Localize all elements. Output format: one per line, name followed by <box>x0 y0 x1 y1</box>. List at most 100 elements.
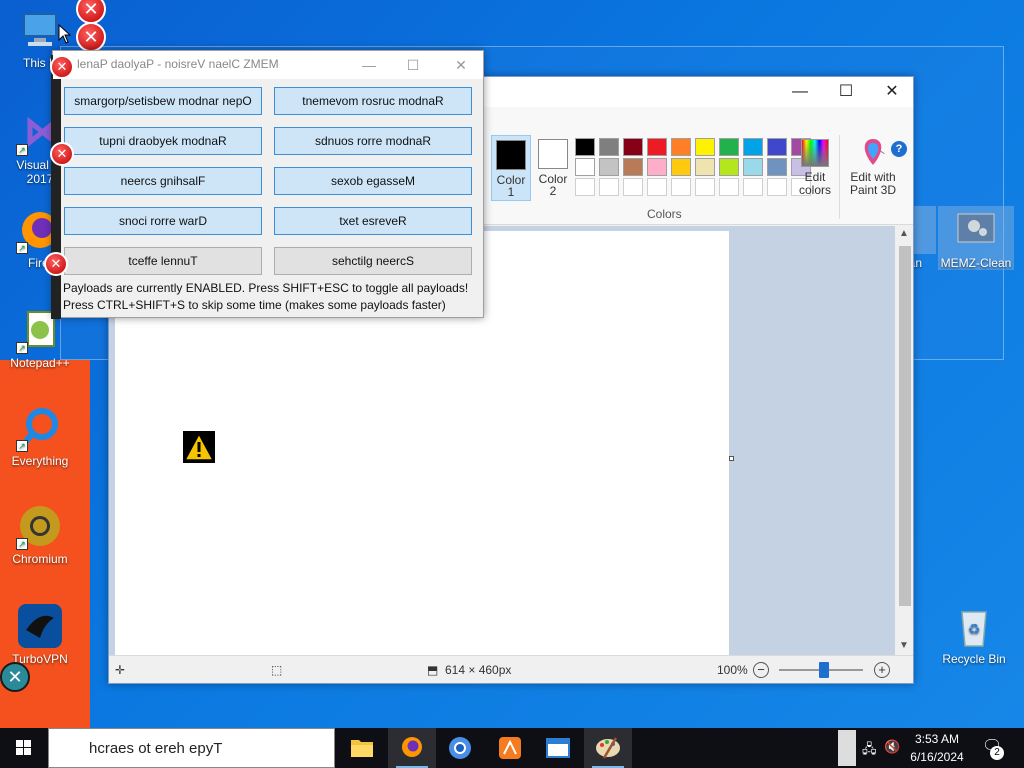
taskbar-app-chromium[interactable] <box>436 728 484 768</box>
minimize-button[interactable]: — <box>349 51 389 79</box>
taskbar-app-window[interactable] <box>534 728 582 768</box>
color2-swatch <box>538 139 568 169</box>
color1-label: Color 1 <box>496 173 526 199</box>
memz-payload-button[interactable]: snoci rorre warD <box>64 207 262 235</box>
taskbar-search-box[interactable]: hcraes ot ereh epyT <box>48 728 335 768</box>
color2-label: Color 2 <box>538 172 568 198</box>
recycle-bin-icon: ♻ <box>950 602 998 650</box>
paint3d-label: Edit with Paint 3D <box>849 170 897 197</box>
palette-swatch[interactable] <box>767 158 787 176</box>
palette-swatch[interactable] <box>647 178 667 196</box>
cursor-position-icon: ✛ <box>115 663 126 677</box>
taskbar: hcraes ot ereh epyT 🖧 🔇 3:53 AM 6/16/202… <box>0 728 1024 768</box>
shortcut-arrow-icon: ↗ <box>16 242 28 254</box>
memz-payload-button[interactable]: tupni draobyek modnaR <box>64 127 262 155</box>
desktop-icon-label: Recycle Bin <box>942 652 1006 666</box>
memz-payload-button[interactable]: sdnuos rorre modnaR <box>274 127 472 155</box>
error-x-icon: ✕ <box>50 142 74 166</box>
taskbar-app-orange[interactable] <box>486 728 534 768</box>
memz-payload-button[interactable]: tnemevom rosruc modnaR <box>274 87 472 115</box>
desktop-icon-turbovpn[interactable]: TurboVPN <box>2 602 78 666</box>
memz-titlebar: lenaP daolyaP - noisreV naelC ZMEM — ☐ ✕ <box>53 51 483 79</box>
desktop-icon-memz-clean[interactable]: MEMZ-Clean <box>938 206 1014 270</box>
clock-time[interactable]: 3:53 AM <box>906 732 968 746</box>
error-x-icon: ✕ <box>0 662 30 692</box>
palette-swatch[interactable] <box>671 138 691 156</box>
maximize-button[interactable]: ☐ <box>823 77 869 107</box>
palette-swatch[interactable] <box>671 158 691 176</box>
chromium-icon <box>449 737 471 759</box>
palette-swatch[interactable] <box>743 138 763 156</box>
taskbar-app-file-explorer[interactable] <box>338 728 386 768</box>
scroll-up-icon[interactable]: ▲ <box>897 228 911 242</box>
palette-swatch[interactable] <box>719 158 739 176</box>
palette-swatch[interactable] <box>743 158 763 176</box>
memz-payload-button[interactable]: smargorp/setisbew modnar nepO <box>64 87 262 115</box>
palette-swatch[interactable] <box>743 178 763 196</box>
show-hidden-icons[interactable] <box>838 730 856 766</box>
palette-swatch[interactable] <box>623 178 643 196</box>
desktop-icon-chromium[interactable]: ↗ Chromium <box>2 502 78 566</box>
paint-statusbar: ✛ ⬚ ⬒ 614 × 460px 100% − + <box>109 655 913 683</box>
color1-selector[interactable]: Color 1 <box>491 135 531 201</box>
scroll-thumb[interactable] <box>899 246 911 606</box>
palette-swatch[interactable] <box>719 178 739 196</box>
palette-swatch[interactable] <box>575 178 595 196</box>
desktop-icon-label: MEMZ-Clean <box>940 256 1012 270</box>
memz-payload-button[interactable]: sexob egasseM <box>274 167 472 195</box>
palette-swatch[interactable] <box>695 138 715 156</box>
desktop-icon-everything[interactable]: ↗ Everything <box>2 404 78 468</box>
close-button[interactable]: ✕ <box>869 77 915 107</box>
image-size-text: 614 × 460px <box>445 663 512 677</box>
edit-with-paint3d-button[interactable]: Edit with Paint 3D <box>845 135 901 197</box>
magnifier-icon: ↗ <box>16 404 64 452</box>
memz-payload-button[interactable]: tceffe lennuT <box>64 247 262 275</box>
palette-swatch[interactable] <box>623 158 643 176</box>
taskbar-app-firefox[interactable] <box>388 728 436 768</box>
memz-payload-button[interactable]: neercs gnihsalF <box>64 167 262 195</box>
palette-swatch[interactable] <box>695 158 715 176</box>
palette-swatch[interactable] <box>647 158 667 176</box>
minimize-button[interactable]: — <box>777 77 823 107</box>
color1-swatch <box>496 140 526 170</box>
palette-swatch[interactable] <box>671 178 691 196</box>
color-spectrum-icon <box>801 139 829 167</box>
palette-swatch[interactable] <box>647 138 667 156</box>
start-button[interactable] <box>0 728 48 768</box>
color-palette <box>575 138 813 196</box>
memz-payload-button[interactable]: txet esreveR <box>274 207 472 235</box>
palette-swatch[interactable] <box>695 178 715 196</box>
zoom-slider-thumb[interactable] <box>819 662 829 678</box>
zoom-in-button[interactable]: + <box>874 662 890 678</box>
close-button[interactable]: ✕ <box>441 51 481 79</box>
palette-swatch[interactable] <box>719 138 739 156</box>
color2-selector[interactable]: Color 2 <box>533 135 573 201</box>
canvas-resize-handle[interactable] <box>729 456 734 461</box>
desktop-icon-label: Notepad++ <box>10 356 70 370</box>
error-x-icon: ✕ <box>76 22 106 52</box>
app-window-icon <box>546 738 570 758</box>
network-icon[interactable]: 🖧 <box>862 740 877 762</box>
palette-swatch[interactable] <box>767 138 787 156</box>
memz-left-edge <box>51 55 61 319</box>
memz-info-line1: Payloads are currently ENABLED. Press SH… <box>63 281 469 295</box>
palette-swatch[interactable] <box>599 138 619 156</box>
zoom-out-button[interactable]: − <box>753 662 769 678</box>
paint-palette-icon <box>596 737 620 759</box>
palette-swatch[interactable] <box>599 178 619 196</box>
vertical-scrollbar[interactable]: ▲ ▼ <box>895 226 913 656</box>
palette-swatch[interactable] <box>599 158 619 176</box>
edit-colors-button[interactable]: Edit colors <box>793 137 837 197</box>
volume-muted-icon[interactable]: 🔇 <box>884 739 900 755</box>
scroll-down-icon[interactable]: ▼ <box>897 640 911 654</box>
palette-swatch[interactable] <box>575 158 595 176</box>
desktop-icon-recycle-bin[interactable]: ♻ Recycle Bin <box>936 602 1012 666</box>
memz-payload-button[interactable]: sehctilg neercS <box>274 247 472 275</box>
chromium-icon: ↗ <box>16 502 64 550</box>
palette-swatch[interactable] <box>623 138 643 156</box>
palette-swatch[interactable] <box>575 138 595 156</box>
desktop-icon-label: Everything <box>11 454 69 468</box>
clock-date[interactable]: 6/16/2024 <box>906 750 968 764</box>
taskbar-app-paint[interactable] <box>584 728 632 768</box>
palette-swatch[interactable] <box>767 178 787 196</box>
